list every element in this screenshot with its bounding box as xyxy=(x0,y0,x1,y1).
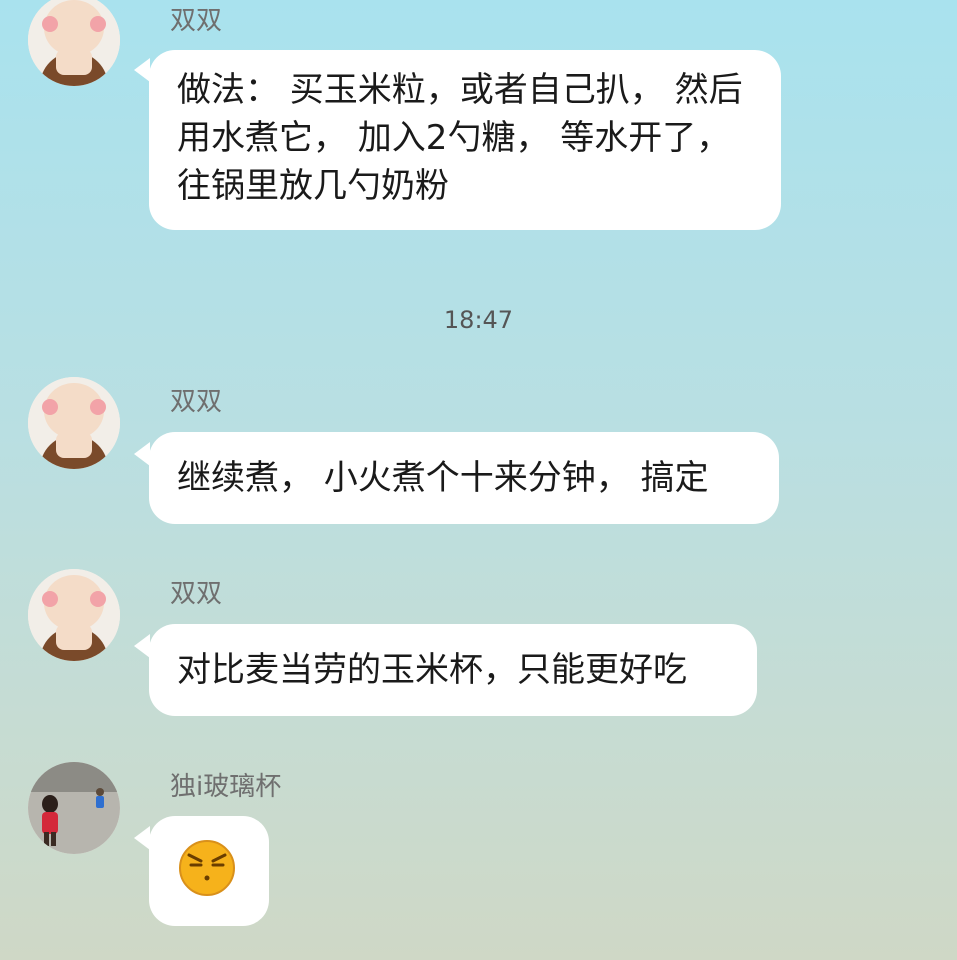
bubble-tail xyxy=(134,826,150,850)
message-bubble[interactable] xyxy=(149,816,269,926)
message-text: 对比麦当劳的玉米杯，只能更好吃 xyxy=(177,650,687,690)
bubble-tail xyxy=(134,58,150,82)
message-bubble[interactable]: 做法： 买玉米粒，或者自己扒， 然后用水煮它， 加入2勺糖， 等水开了， 往锅里… xyxy=(149,50,781,230)
bubble-tail xyxy=(134,442,150,466)
message-bubble[interactable]: 对比麦当劳的玉米杯，只能更好吃 xyxy=(149,624,757,716)
sender-name: 双双 xyxy=(170,579,223,609)
child-photo-avatar[interactable] xyxy=(28,762,120,854)
sender-name: 独i玻璃杯 xyxy=(170,772,282,802)
timestamp: 18:47 xyxy=(443,306,514,334)
annoyed-face-emoji xyxy=(179,840,235,896)
monkey-avatar-icon[interactable] xyxy=(28,569,120,661)
monkey-avatar-icon[interactable] xyxy=(28,0,120,86)
bubble-tail xyxy=(134,634,150,658)
monkey-avatar-icon[interactable] xyxy=(28,377,120,469)
sender-name: 双双 xyxy=(170,387,223,417)
sender-name: 双双 xyxy=(170,6,223,36)
message-text: 做法： 买玉米粒，或者自己扒， 然后用水煮它， 加入2勺糖， 等水开了， 往锅里… xyxy=(177,70,743,206)
message-text: 继续煮， 小火煮个十来分钟， 搞定 xyxy=(177,458,709,498)
message-bubble[interactable]: 继续煮， 小火煮个十来分钟， 搞定 xyxy=(149,432,779,524)
